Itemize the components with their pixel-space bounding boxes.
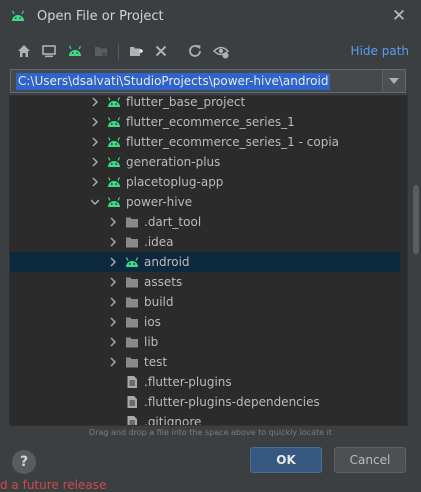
tree-row-label: .dart_tool <box>144 215 202 229</box>
window-title: Open File or Project <box>37 9 164 24</box>
tree-scrollbar[interactable] <box>413 185 419 254</box>
chevron-right-icon[interactable] <box>109 336 117 348</box>
show-hidden-button[interactable] <box>212 42 230 60</box>
android-icon <box>107 177 121 187</box>
file-icon <box>127 396 137 408</box>
tree-row-label: .flutter-plugins <box>144 375 232 389</box>
tree-row[interactable]: test <box>10 352 400 372</box>
folder-icon <box>126 337 138 348</box>
android-icon <box>107 157 121 167</box>
tree-row-label: placetoplug-app <box>126 175 224 189</box>
ok-button[interactable]: OK <box>250 447 322 473</box>
file-icon <box>127 416 137 425</box>
tree-row[interactable]: .flutter-plugins-dependencies <box>10 392 400 412</box>
chevron-right-icon[interactable] <box>91 176 99 188</box>
background-editor-text: d a future release <box>0 478 107 492</box>
android-project-icon <box>68 45 82 56</box>
tree-row-label: lib <box>144 335 159 349</box>
folder-icon <box>126 317 138 328</box>
tree-row[interactable]: .idea <box>10 232 400 252</box>
refresh-button[interactable] <box>186 42 204 60</box>
tree-row[interactable]: flutter_ecommerce_series_1 <box>10 112 400 132</box>
tree-row-label: test <box>144 355 168 369</box>
tree-row-label: .flutter-plugins-dependencies <box>144 395 320 409</box>
close-button[interactable]: ✕ <box>390 6 408 26</box>
chevron-down-icon[interactable] <box>91 196 99 208</box>
tree-row-label: flutter_base_project <box>126 95 246 109</box>
tree-row[interactable]: power-hive <box>10 192 400 212</box>
tree-row[interactable]: .gitignore <box>10 412 400 426</box>
module-button[interactable] <box>92 42 110 60</box>
android-icon <box>107 117 121 127</box>
android-icon <box>107 137 121 147</box>
tree-row[interactable]: ios <box>10 312 400 332</box>
path-combobox[interactable]: C:\Users\dsalvati\StudioProjects\power-h… <box>10 69 406 93</box>
folder-icon <box>126 357 138 368</box>
desktop-icon <box>42 45 56 58</box>
tree-row-label: .gitignore <box>144 415 202 426</box>
folder-icon <box>126 297 138 308</box>
home-icon <box>18 45 30 57</box>
tree-row[interactable]: assets <box>10 272 400 292</box>
drag-drop-hint: Drag and drop a file into the space abov… <box>89 428 332 437</box>
show-hidden-icon <box>213 46 229 59</box>
delete-button[interactable] <box>152 42 170 60</box>
new-folder-button[interactable] <box>127 42 145 60</box>
tree-row[interactable]: lib <box>10 332 400 352</box>
title-bar: Open File or Project ✕ <box>0 0 421 34</box>
cancel-button[interactable]: Cancel <box>334 447 406 473</box>
tree-row-label: .idea <box>144 235 174 249</box>
tree-row[interactable]: placetoplug-app <box>10 172 400 192</box>
tree-row[interactable]: .flutter-plugins <box>10 372 400 392</box>
desktop-button[interactable] <box>40 42 58 60</box>
android-icon <box>125 257 139 267</box>
chevron-right-icon[interactable] <box>109 296 117 308</box>
toolbar-separator <box>118 44 119 60</box>
folder-icon <box>126 237 138 248</box>
path-dropdown-button[interactable] <box>382 70 405 92</box>
tree-row[interactable]: build <box>10 292 400 312</box>
new-folder-icon <box>130 47 143 56</box>
tree-row[interactable]: flutter_base_project <box>10 95 400 112</box>
chevron-right-icon[interactable] <box>109 316 117 328</box>
file-icon <box>127 376 137 388</box>
refresh-icon <box>189 45 201 57</box>
project-button[interactable] <box>66 42 84 60</box>
tree-row-label: build <box>144 295 174 309</box>
chevron-down-icon <box>389 78 399 84</box>
android-studio-icon <box>11 10 25 21</box>
chevron-right-icon[interactable] <box>91 96 99 108</box>
file-tree[interactable]: flutter_base_project flutter_ecommerce_se… <box>9 95 408 426</box>
chevron-right-icon[interactable] <box>109 276 117 288</box>
path-input[interactable]: C:\Users\dsalvati\StudioProjects\power-h… <box>16 73 331 90</box>
tree-row[interactable]: android <box>10 252 400 272</box>
tree-row-label: generation-plus <box>126 155 221 169</box>
help-button[interactable]: ? <box>12 450 36 474</box>
android-icon <box>107 197 121 207</box>
tree-row-label: ios <box>144 315 161 329</box>
tree-row[interactable]: .dart_tool <box>10 212 400 232</box>
tree-row[interactable]: flutter_ecommerce_series_1 - copia <box>10 132 400 152</box>
chevron-right-icon[interactable] <box>91 136 99 148</box>
tree-row-label: assets <box>144 275 183 289</box>
chevron-right-icon[interactable] <box>91 156 99 168</box>
module-icon <box>95 47 107 56</box>
chevron-right-icon[interactable] <box>109 216 117 228</box>
chevron-right-icon[interactable] <box>91 116 99 128</box>
tree-row-label: flutter_ecommerce_series_1 <box>126 115 295 129</box>
chevron-right-icon[interactable] <box>109 356 117 368</box>
android-icon <box>107 97 121 107</box>
chevron-right-icon[interactable] <box>109 236 117 248</box>
tree-row-label: power-hive <box>126 195 193 209</box>
home-button[interactable] <box>15 42 33 60</box>
tree-row-label: flutter_ecommerce_series_1 - copia <box>126 135 339 149</box>
tree-row-label: android <box>144 255 190 269</box>
tree-row[interactable]: generation-plus <box>10 152 400 172</box>
hide-path-link[interactable]: Hide path <box>351 44 409 58</box>
chevron-right-icon[interactable] <box>109 256 117 268</box>
close-icon: ✕ <box>391 6 407 26</box>
delete-icon <box>155 45 167 57</box>
folder-icon <box>126 277 138 288</box>
folder-icon <box>126 217 138 228</box>
